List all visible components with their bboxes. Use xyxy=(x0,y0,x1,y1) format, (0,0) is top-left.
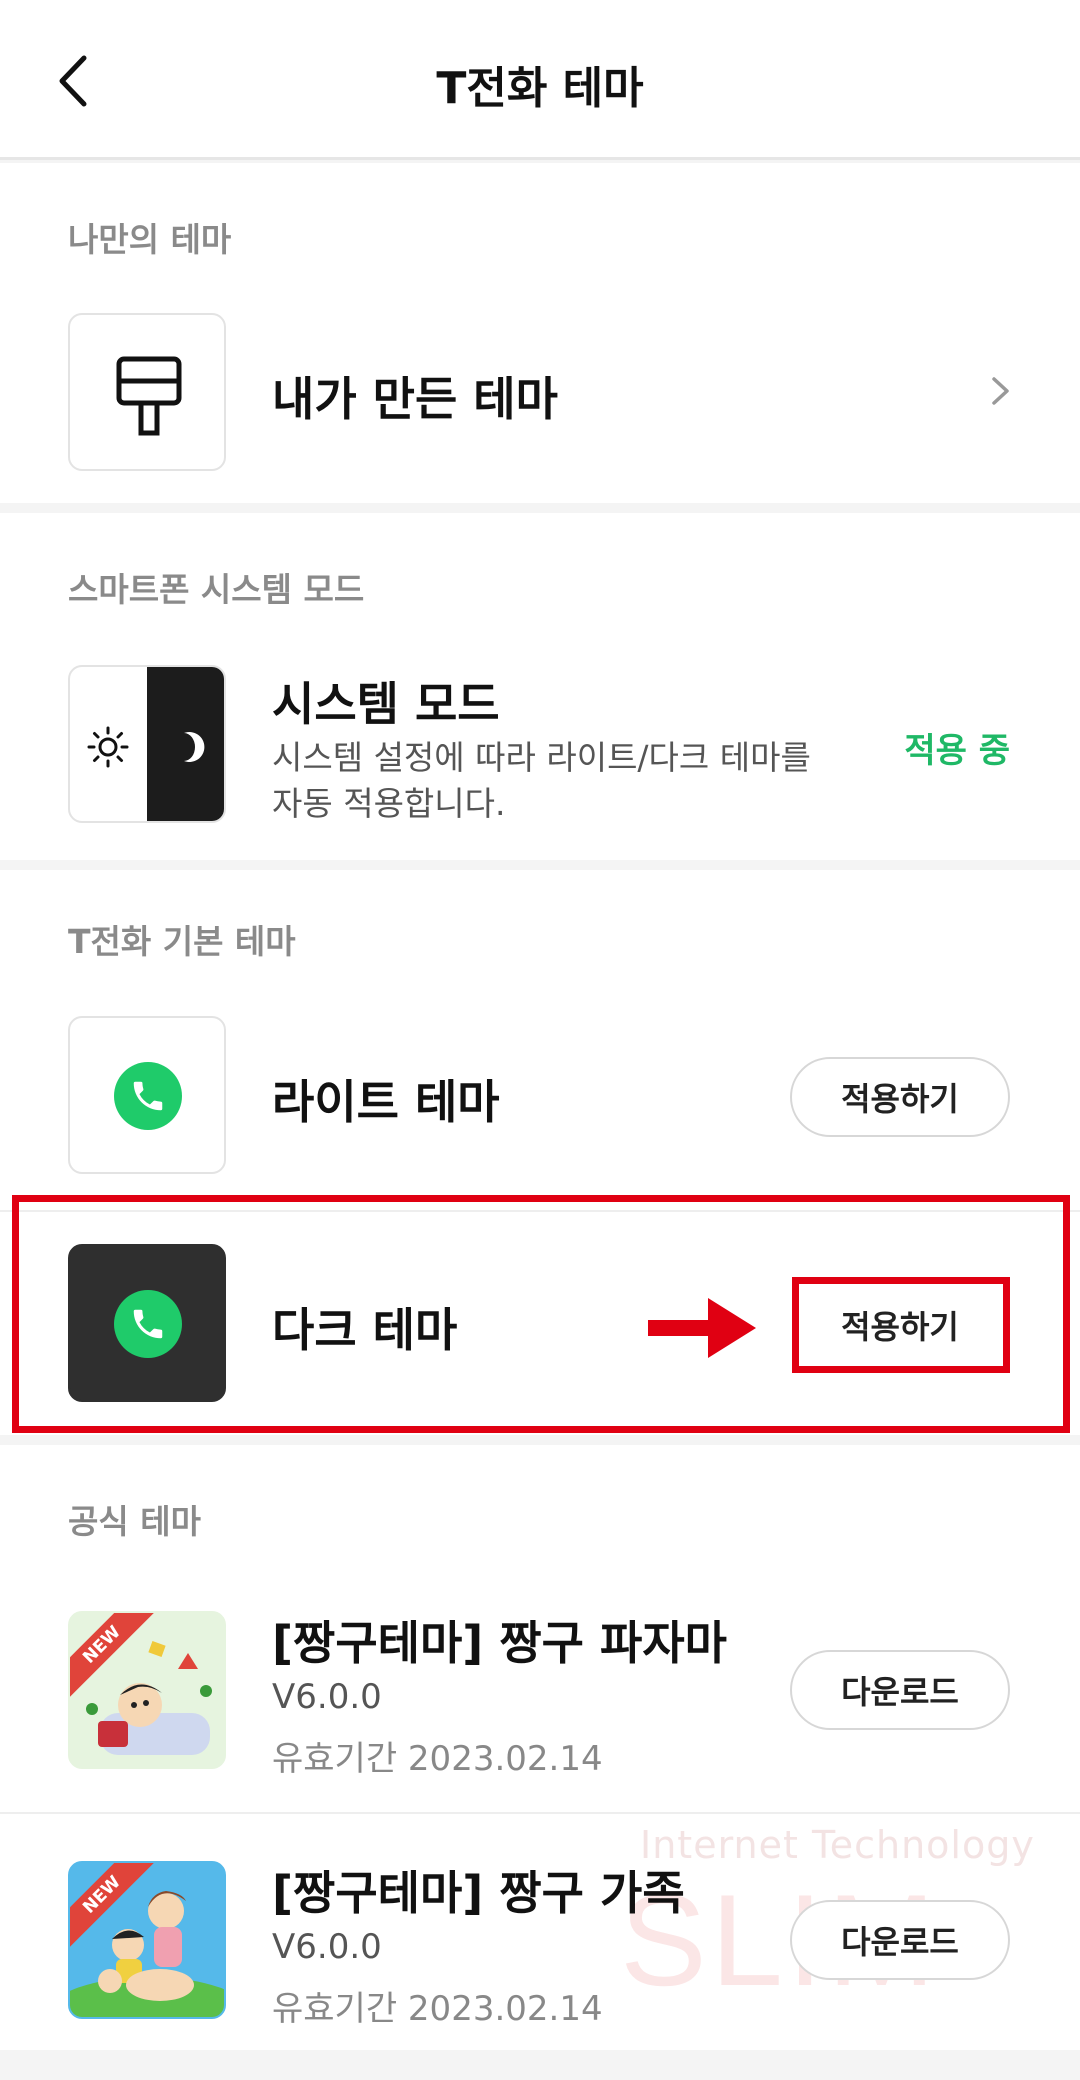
family-download-button[interactable]: 다운로드 xyxy=(790,1900,1010,1980)
system-mode-title: 시스템 모드 xyxy=(272,677,500,731)
pajama-theme-expiry: 유효기간 2023.02.14 xyxy=(272,1739,603,1779)
watermark-text: Internet Technology xyxy=(640,1823,1035,1867)
light-theme-apply-button[interactable]: 적용하기 xyxy=(790,1057,1010,1137)
pajama-theme-title: [짱구테마] 짱구 파자마 xyxy=(272,1616,727,1670)
official-theme-section: 공식 테마 NEW [짱구테마] 짱구 파자마 V6.0.0 유효기간 2023… xyxy=(0,1445,1080,2050)
my-theme-section: 나만의 테마 내가 만든 테마 xyxy=(0,163,1080,503)
light-theme-thumbnail xyxy=(68,1016,226,1174)
divider xyxy=(0,1210,1080,1212)
family-theme-thumbnail: NEW xyxy=(68,1861,226,2019)
section-label-basic: T전화 기본 테마 xyxy=(68,922,296,961)
sun-icon xyxy=(87,726,129,768)
phone-icon xyxy=(114,1062,182,1130)
section-label-official: 공식 테마 xyxy=(68,1502,201,1541)
my-theme-title[interactable]: 내가 만든 테마 xyxy=(272,363,558,429)
system-mode-section: 스마트폰 시스템 모드 시스템 모드 시스템 설정에 따라 라이트/다크 테마를… xyxy=(0,513,1080,860)
family-theme-expiry: 유효기간 2023.02.14 xyxy=(272,1989,603,2029)
red-arrow-icon xyxy=(648,1298,756,1358)
family-theme-title: [짱구테마] 짱구 가족 xyxy=(272,1866,685,1920)
app-header: T전화 테마 xyxy=(0,0,1080,160)
system-mode-thumbnail xyxy=(68,665,226,823)
moon-icon xyxy=(184,732,205,762)
applied-status: 적용 중 xyxy=(904,731,1010,771)
system-mode-desc-1: 시스템 설정에 따라 라이트/다크 테마를 xyxy=(272,738,811,777)
system-mode-desc-2: 자동 적용합니다. xyxy=(272,784,506,823)
dark-theme-title: 다크 테마 xyxy=(272,1303,458,1357)
pajama-download-button[interactable]: 다운로드 xyxy=(790,1650,1010,1730)
paint-roller-icon xyxy=(116,356,182,436)
family-theme-version: V6.0.0 xyxy=(272,1927,382,1967)
my-theme-thumbnail xyxy=(68,313,226,471)
dark-theme-apply-button[interactable]: 적용하기 xyxy=(790,1285,1010,1365)
phone-icon xyxy=(114,1290,182,1358)
light-theme-title: 라이트 테마 xyxy=(272,1075,500,1129)
divider xyxy=(0,1812,1080,1814)
dark-theme-thumbnail xyxy=(68,1244,226,1402)
page-title: T전화 테마 xyxy=(436,63,644,114)
pajama-theme-thumbnail: NEW xyxy=(68,1611,226,1769)
section-label-system: 스마트폰 시스템 모드 xyxy=(68,570,365,609)
section-label-my-theme: 나만의 테마 xyxy=(68,220,232,259)
basic-theme-section: T전화 기본 테마 라이트 테마 적용하기 다크 테마 적용하기 xyxy=(0,870,1080,1435)
pajama-theme-version: V6.0.0 xyxy=(272,1677,382,1717)
chevron-right-icon[interactable] xyxy=(980,371,1020,411)
